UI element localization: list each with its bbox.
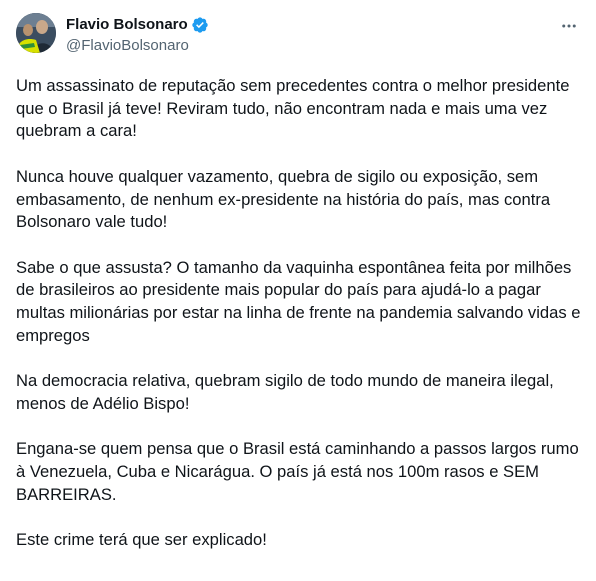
verified-badge-icon <box>191 16 209 34</box>
avatar[interactable] <box>16 13 56 53</box>
tweet-card: Flavio Bolsonaro @FlavioBolsonaro Um ass… <box>0 0 596 581</box>
more-options-button[interactable] <box>556 13 582 39</box>
tweet-paragraph: Na democracia relativa, quebram sigilo d… <box>16 371 554 413</box>
tweet-header: Flavio Bolsonaro @FlavioBolsonaro <box>16 13 582 61</box>
tweet-paragraph: Nunca houve qualquer vazamento, quebra d… <box>16 166 551 232</box>
tweet-text: Um assassinato de reputação sem preceden… <box>16 75 582 574</box>
author-handle[interactable]: @FlavioBolsonaro <box>66 36 209 56</box>
avatar-image <box>16 13 56 53</box>
tweet-paragraph: Engana-se quem pensa que o Brasil está c… <box>16 439 579 504</box>
tweet-paragraph: Este crime terá que ser explicado! <box>16 529 267 549</box>
name-row: Flavio Bolsonaro <box>66 15 209 35</box>
author-info: Flavio Bolsonaro @FlavioBolsonaro <box>66 15 209 56</box>
tweet-paragraph: Um assassinato de reputação sem preceden… <box>16 76 570 141</box>
more-horizontal-icon <box>562 24 576 28</box>
tweet-paragraph: Sabe o que assusta? O tamanho da vaquinh… <box>16 257 581 345</box>
display-name[interactable]: Flavio Bolsonaro <box>66 15 188 35</box>
